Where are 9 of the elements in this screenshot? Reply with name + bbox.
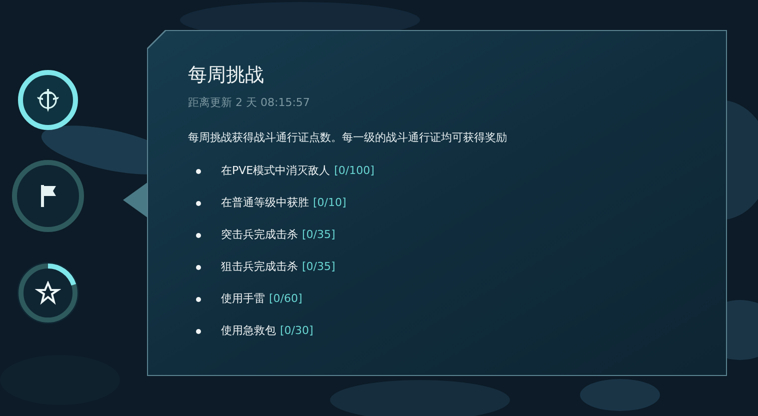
challenge-text: 狙击兵完成击杀 [221, 259, 298, 276]
challenge-text: 使用手雷 [221, 291, 265, 308]
challenge-text: 突击兵完成击杀 [221, 227, 298, 244]
challenge-text: 使用急救包 [221, 323, 276, 340]
challenge-text: 在普通等级中获胜 [221, 195, 309, 212]
panel-title: 每周挑战 [188, 63, 265, 87]
countdown-text: 距离更新 2 天 08:15:57 [188, 95, 311, 111]
description-text: 每周挑战获得战斗通行证点数。每一级的战斗通行证均可获得奖励 [188, 130, 508, 146]
challenge-text: 在PVE模式中消灭敌人 [221, 163, 330, 180]
